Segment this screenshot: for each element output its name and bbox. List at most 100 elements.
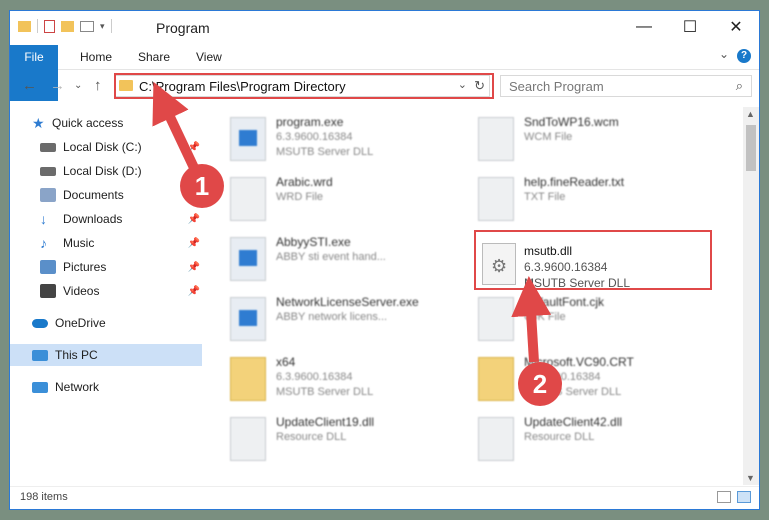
sidebar-item-music[interactable]: ♪ Music 📌 (10, 232, 202, 254)
file-name: x64 (276, 355, 296, 369)
title-bar: ▾ Program — ☐ ✕ (10, 11, 759, 43)
file-detail: WCM File (524, 131, 573, 143)
list-item[interactable]: NetworkLicenseServer.exe ABBY network li… (230, 293, 470, 349)
divider (110, 19, 112, 33)
network-icon (32, 381, 48, 393)
list-item[interactable]: Arabic.wrd WRD File (230, 173, 470, 229)
quick-access-toolbar: ▾ (18, 19, 112, 33)
folder-icon (478, 357, 514, 401)
status-bar: 198 items (10, 486, 759, 509)
recent-locations-button[interactable]: ⌄ (74, 80, 82, 91)
sidebar-item-label: This PC (55, 348, 98, 362)
list-item[interactable]: UpdateClient19.dll Resource DLL (230, 413, 470, 469)
large-icons-view-icon[interactable] (737, 491, 751, 503)
sidebar-item-onedrive[interactable]: OneDrive (10, 312, 202, 334)
file-detail: TXT File (524, 191, 566, 203)
file-detail: MSUTB Server DLL (276, 386, 374, 398)
tab-home[interactable]: Home (70, 45, 122, 69)
download-icon: ↓ (40, 211, 47, 227)
drive-icon (40, 166, 56, 176)
computer-icon (32, 349, 48, 361)
pin-icon[interactable]: 📌 (188, 286, 200, 297)
scrollbar-thumb[interactable] (746, 125, 756, 171)
file-icon (478, 117, 514, 161)
close-button[interactable]: ✕ (713, 11, 759, 43)
folder-icon (230, 357, 266, 401)
forward-button[interactable]: → (50, 77, 65, 94)
file-name: UpdateClient19.dll (276, 415, 375, 429)
ribbon-tabs: File Home Share View ⌄ ? (10, 45, 759, 101)
sidebar-item-label: Videos (63, 284, 100, 298)
star-icon: ★ (32, 114, 45, 131)
sidebar-item-this-pc[interactable]: This PC (10, 344, 202, 366)
sidebar-item-pictures[interactable]: Pictures 📌 (10, 256, 202, 278)
expand-ribbon-icon[interactable]: ⌄ (719, 47, 729, 61)
list-item[interactable]: x64 6.3.9600.16384 MSUTB Server DLL (230, 353, 470, 409)
list-item[interactable]: SndToWP16.wcm WCM File (478, 113, 718, 169)
file-icon (478, 177, 514, 221)
file-detail: 6.3.9600.16384 (276, 371, 353, 383)
new-folder-icon[interactable] (61, 20, 74, 32)
list-item[interactable]: AbbyySTI.exe ABBY sti event hand... (230, 233, 470, 289)
list-item[interactable]: UpdateClient42.dll Resource DLL (478, 413, 718, 469)
sidebar-item-local-disk-c[interactable]: Local Disk (C:) 📌 (10, 136, 202, 158)
sidebar-item-local-disk-d[interactable]: Local Disk (D:) 📌 (10, 160, 202, 182)
properties-icon[interactable] (44, 19, 55, 33)
file-detail: WRD File (276, 191, 324, 203)
videos-icon (40, 284, 56, 298)
pictures-icon (40, 260, 56, 274)
sidebar-item-videos[interactable]: Videos 📌 (10, 280, 202, 302)
customize-toolbar-icon[interactable] (80, 20, 94, 32)
search-input[interactable]: Search Program ⌕ (500, 75, 752, 97)
minimize-button[interactable]: — (621, 11, 667, 43)
pin-icon[interactable]: 📌 (188, 238, 200, 249)
tab-share[interactable]: Share (128, 45, 180, 69)
drive-icon (40, 142, 56, 152)
scroll-up-icon[interactable]: ▲ (746, 109, 755, 119)
file-name: UpdateClient42.dll (524, 415, 623, 429)
list-item[interactable]: DefaultFont.cjk CJK File (478, 293, 718, 349)
sidebar-item-label: OneDrive (55, 316, 106, 330)
music-icon: ♪ (40, 235, 47, 251)
scroll-down-icon[interactable]: ▼ (746, 473, 755, 483)
step-1-badge: 1 (180, 164, 224, 208)
list-item[interactable]: help.fineReader.txt TXT File (478, 173, 718, 229)
navigation-bar: ← → ⌄ ↑ C:\Program Files\Program Directo… (10, 71, 759, 101)
vertical-scrollbar[interactable]: ▲ ▼ (743, 107, 759, 485)
navigation-pane: ★ Quick access Local Disk (C:) 📌 Local D… (10, 107, 202, 477)
sidebar-item-label: Pictures (63, 260, 107, 274)
list-item[interactable]: program.exe 6.3.9600.16384 MSUTB Server … (230, 113, 470, 169)
sidebar-item-label: Music (63, 236, 95, 250)
sidebar-item-label: Documents (63, 188, 124, 202)
details-view-icon[interactable] (717, 491, 731, 503)
search-placeholder: Search Program (509, 79, 604, 94)
documents-icon (40, 188, 56, 202)
file-detail: CJK File (524, 311, 566, 323)
dll-icon (478, 417, 514, 461)
file-detail: 6.3.9600.16384 (276, 131, 353, 143)
back-button[interactable]: ← (22, 77, 37, 94)
pin-icon[interactable]: 📌 (188, 142, 200, 153)
file-detail: ABBY network licens... (276, 311, 388, 323)
sidebar-item-quick-access[interactable]: ★ Quick access (10, 112, 202, 134)
list-item[interactable]: Microsoft.VC90.CRT 6.3.9600.16384 MSUTB … (478, 353, 718, 409)
sidebar-item-label: Quick access (52, 116, 124, 130)
sidebar-item-label: Network (55, 380, 100, 394)
help-icon[interactable]: ? (737, 49, 751, 63)
tab-view[interactable]: View (186, 45, 232, 69)
sidebar-item-network[interactable]: Network (10, 376, 202, 398)
pin-icon[interactable]: 📌 (188, 214, 200, 225)
sidebar-item-downloads[interactable]: ↓ Downloads 📌 (10, 208, 202, 230)
sidebar-item-label: Local Disk (C:) (63, 140, 142, 154)
file-icon (478, 297, 514, 341)
file-name: DefaultFont.cjk (524, 295, 605, 309)
file-name: SndToWP16.wcm (524, 115, 619, 129)
pin-icon[interactable]: 📌 (188, 262, 200, 273)
maximize-button[interactable]: ☐ (667, 11, 713, 43)
file-detail: ABBY sti event hand... (276, 251, 386, 263)
up-button[interactable]: ↑ (94, 77, 102, 94)
file-name: Arabic.wrd (276, 175, 333, 189)
chevron-down-icon[interactable]: ▾ (100, 21, 105, 32)
sidebar-item-documents[interactable]: Documents 📌 (10, 184, 202, 206)
sidebar-item-label: Local Disk (D:) (63, 164, 142, 178)
